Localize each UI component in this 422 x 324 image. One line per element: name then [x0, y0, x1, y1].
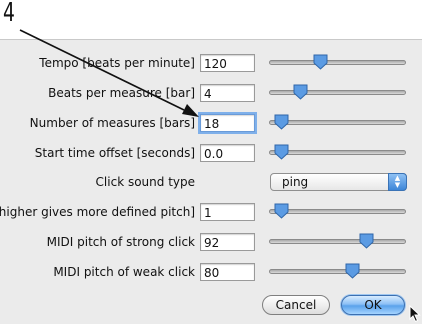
start-time-offset-slider[interactable]	[269, 150, 406, 155]
tempo-label: Tempo [beats per minute]	[39, 56, 195, 70]
start-time-offset-slider-thumb[interactable]	[274, 144, 289, 160]
strong-click-pitch-slider[interactable]	[269, 239, 406, 244]
beats-per-measure-slider-thumb[interactable]	[293, 84, 308, 100]
cancel-button[interactable]: Cancel	[262, 295, 330, 315]
strong-click-pitch-slider-thumb[interactable]	[359, 233, 374, 249]
pitch-definition-label: higher gives more defined pitch]	[0, 205, 195, 219]
mouse-pointer-icon	[409, 305, 421, 323]
beats-per-measure-label: Beats per measure [bar]	[48, 86, 195, 100]
number-of-measures-slider-thumb[interactable]	[274, 114, 289, 130]
click-sound-type-label: Click sound type	[95, 175, 195, 189]
weak-click-pitch-slider-thumb[interactable]	[345, 263, 360, 279]
pitch-definition-slider[interactable]	[269, 209, 406, 214]
weak-click-pitch-slider[interactable]	[269, 269, 406, 274]
popup-stepper-arrows-icon: ▲ ▼	[388, 173, 407, 191]
callout-number: 4	[3, 0, 15, 28]
tempo-slider-thumb[interactable]	[313, 54, 328, 70]
beats-per-measure-slider[interactable]	[269, 90, 406, 95]
weak-click-pitch-label: MIDI pitch of weak click	[53, 265, 195, 279]
ok-button[interactable]: OK	[341, 295, 405, 315]
start-time-offset-label: Start time offset [seconds]	[34, 146, 195, 160]
tempo-field[interactable]: 120	[200, 54, 255, 72]
tempo-slider[interactable]	[269, 60, 406, 65]
strong-click-pitch-field[interactable]: 92	[200, 233, 255, 251]
weak-click-pitch-field[interactable]: 80	[200, 263, 255, 281]
beats-per-measure-field[interactable]: 4	[200, 84, 255, 102]
number-of-measures-slider[interactable]	[269, 120, 406, 125]
number-of-measures-label: Number of measures [bars]	[29, 116, 195, 130]
number-of-measures-field[interactable]: 18	[200, 114, 255, 132]
click-sound-type-popup[interactable]: ping ▲ ▼	[270, 173, 407, 191]
dialog-panel: Tempo [beats per minute] 120 Beats per m…	[0, 39, 422, 324]
pitch-definition-slider-thumb[interactable]	[274, 203, 289, 219]
start-time-offset-field[interactable]: 0.0	[200, 144, 255, 162]
pitch-definition-field[interactable]: 1	[200, 203, 255, 221]
click-sound-type-value: ping	[282, 175, 309, 189]
strong-click-pitch-label: MIDI pitch of strong click	[46, 235, 195, 249]
